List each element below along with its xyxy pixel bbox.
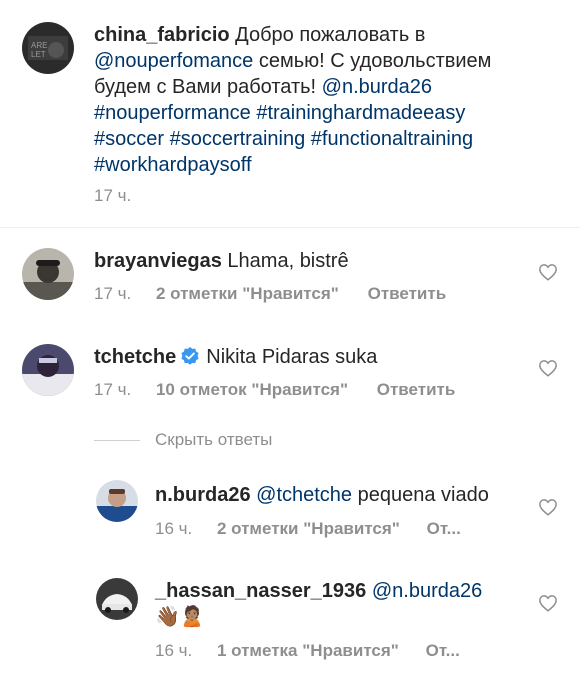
caption-text: будем с Вами работать! — [94, 76, 322, 98]
reply-time: 16 ч. — [155, 641, 193, 660]
likes-count[interactable]: 10 отметок "Нравится" — [156, 380, 348, 399]
hide-replies-label[interactable]: Скрыть ответы — [155, 430, 272, 450]
hashtags[interactable]: #workhardpaysoff — [94, 154, 252, 176]
hashtags[interactable]: #soccer #soccertraining #functionaltrain… — [94, 128, 473, 150]
divider — [94, 440, 140, 441]
reply-button[interactable]: Ответить — [368, 284, 447, 303]
comment-text: Lhama, bistrê — [227, 250, 349, 272]
avatar[interactable]: ARE LET — [22, 22, 74, 74]
mention-link[interactable]: @nouperfomance — [94, 50, 253, 72]
reply-button[interactable]: От... — [426, 641, 460, 660]
verified-badge-icon — [181, 347, 199, 365]
mention-link[interactable]: @tchetche — [256, 484, 352, 506]
avatar[interactable] — [96, 480, 138, 522]
caption-time: 17 ч. — [94, 186, 132, 205]
caption-username[interactable]: china_fabricio — [94, 24, 230, 46]
likes-count[interactable]: 2 отметки "Нравится" — [217, 519, 400, 538]
svg-text:LET: LET — [31, 50, 46, 59]
comment-username[interactable]: tchetche — [94, 346, 176, 368]
heart-icon[interactable] — [538, 359, 558, 377]
reply-username[interactable]: _hassan_nasser_1936 — [155, 580, 366, 602]
reply-emoji: 👋🏾🙎🏽 — [155, 606, 205, 628]
reply-button[interactable]: Ответить — [377, 380, 456, 399]
comment-text: Nikita Pidaras suka — [206, 346, 378, 368]
avatar[interactable] — [96, 578, 138, 620]
caption-text: Добро пожаловать в — [235, 24, 426, 46]
heart-icon[interactable] — [538, 594, 558, 612]
mention-link[interactable]: @n.burda26 — [322, 76, 432, 98]
reply-button[interactable]: От... — [427, 519, 461, 538]
comment-username[interactable]: brayanviegas — [94, 250, 222, 272]
likes-count[interactable]: 1 отметка "Нравится" — [217, 641, 399, 660]
comment-time: 17 ч. — [94, 284, 132, 303]
reply-text: pequena viado — [352, 484, 489, 506]
heart-icon[interactable] — [538, 498, 558, 516]
mention-link[interactable]: @n.burda26 — [372, 580, 482, 602]
reply-time: 16 ч. — [155, 519, 193, 538]
heart-icon[interactable] — [538, 263, 558, 281]
avatar[interactable] — [22, 344, 74, 396]
comment-time: 17 ч. — [94, 380, 132, 399]
reply-username[interactable]: n.burda26 — [155, 484, 251, 506]
hashtags[interactable]: #nouperformance #traininghardmadeeasy — [94, 102, 465, 124]
avatar[interactable] — [22, 248, 74, 300]
caption-text: семью! С удовольствием — [253, 50, 492, 72]
divider — [0, 227, 580, 228]
likes-count[interactable]: 2 отметки "Нравится" — [156, 284, 339, 303]
svg-text:ARE: ARE — [31, 41, 47, 50]
